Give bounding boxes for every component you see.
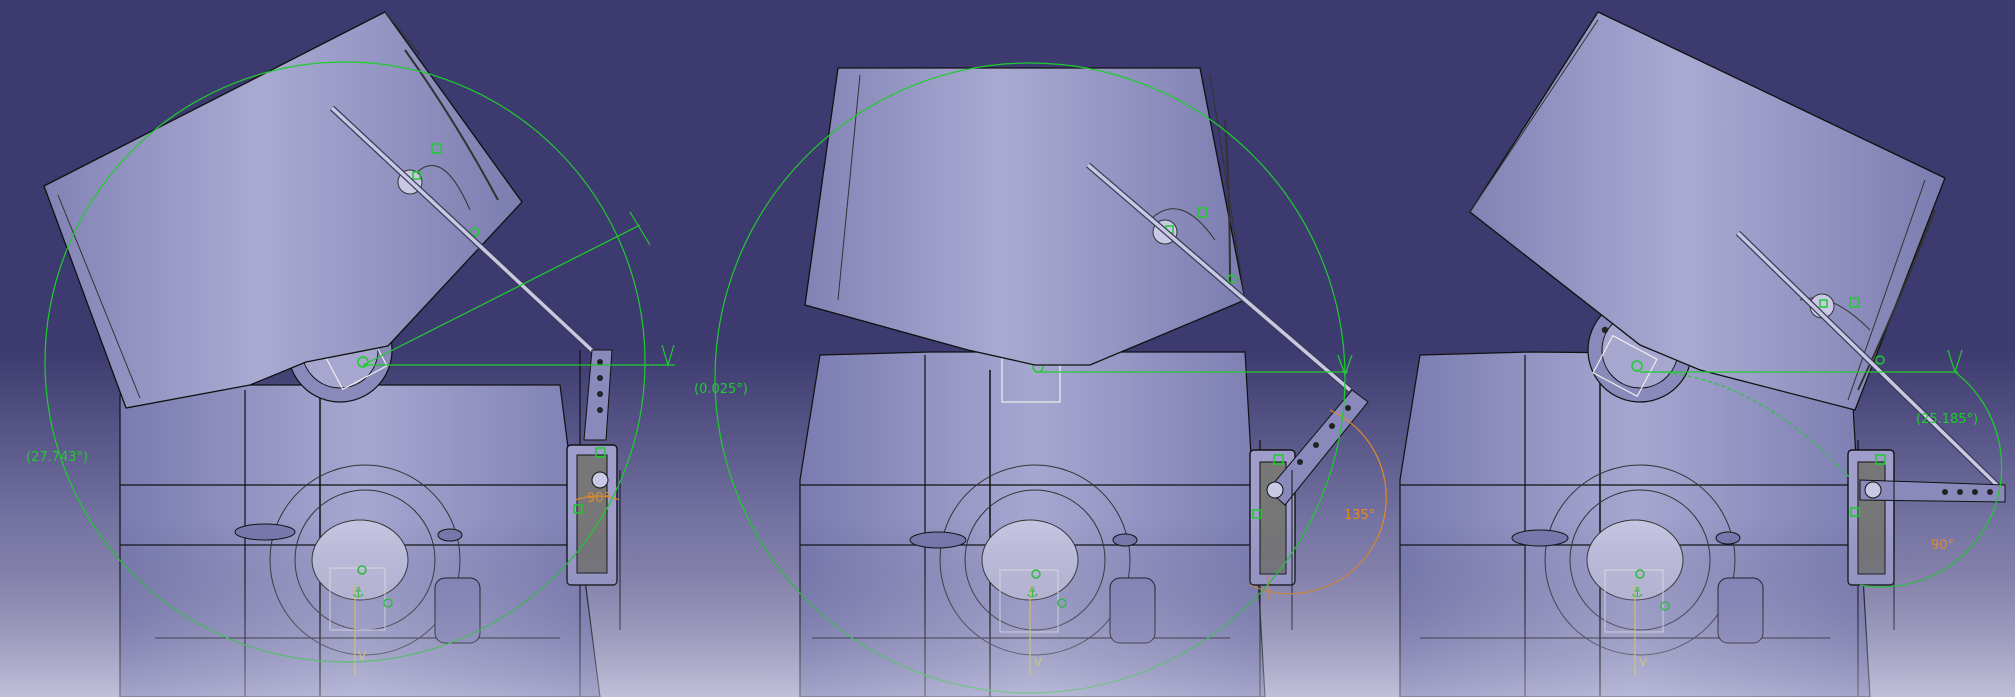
angle-label-middle: (0.025°) — [694, 382, 748, 397]
robot-head[interactable] — [804, 67, 1246, 366]
floor-gradient — [0, 520, 2015, 697]
robot-head[interactable] — [43, 11, 523, 409]
servo-angle-label-right: 90° — [1931, 538, 1955, 553]
angle-label-right: (25.185°) — [1916, 412, 1979, 427]
cad-3d-viewport[interactable]: V ⚓ — [0, 0, 2015, 697]
angle-label-left: (27.743°) — [26, 450, 89, 465]
servo-angle-label-middle: 135° — [1344, 508, 1376, 523]
servo-angle-label-left: 90° — [587, 491, 611, 506]
robot-head[interactable] — [1469, 11, 1946, 411]
